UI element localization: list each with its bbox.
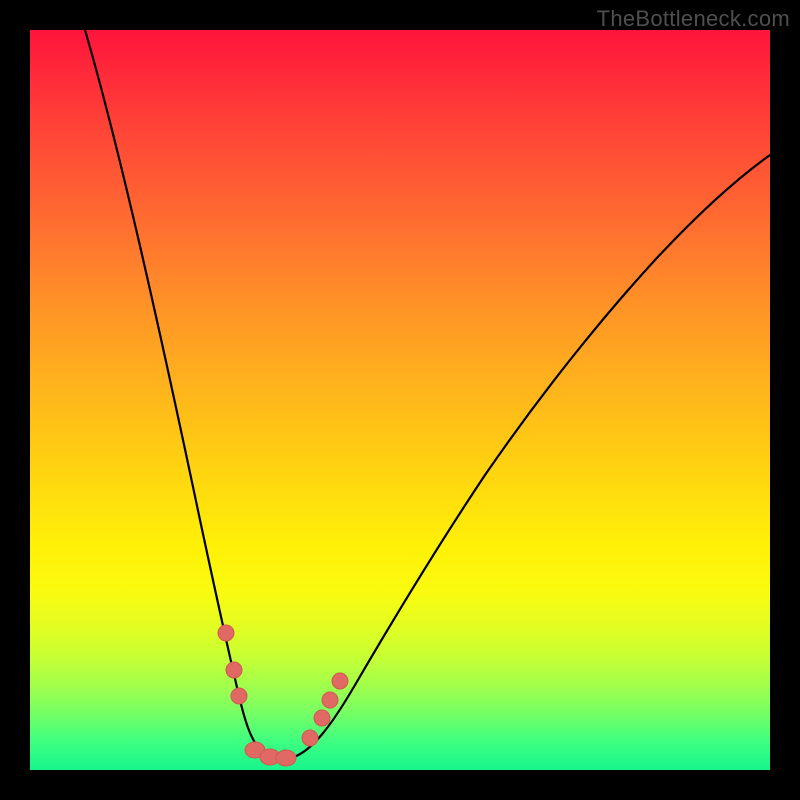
marker-dot	[226, 662, 242, 678]
watermark-text: TheBottleneck.com	[597, 6, 790, 32]
chart-frame: TheBottleneck.com	[0, 0, 800, 800]
markers-group	[218, 625, 348, 766]
marker-dot	[276, 750, 296, 766]
marker-dot	[322, 692, 338, 708]
marker-dot	[218, 625, 234, 641]
marker-dot	[231, 688, 247, 704]
curve-layer	[30, 30, 770, 770]
marker-dot	[302, 730, 318, 746]
marker-dot	[332, 673, 348, 689]
bottleneck-curve	[85, 30, 770, 759]
plot-area	[30, 30, 770, 770]
marker-dot	[314, 710, 330, 726]
